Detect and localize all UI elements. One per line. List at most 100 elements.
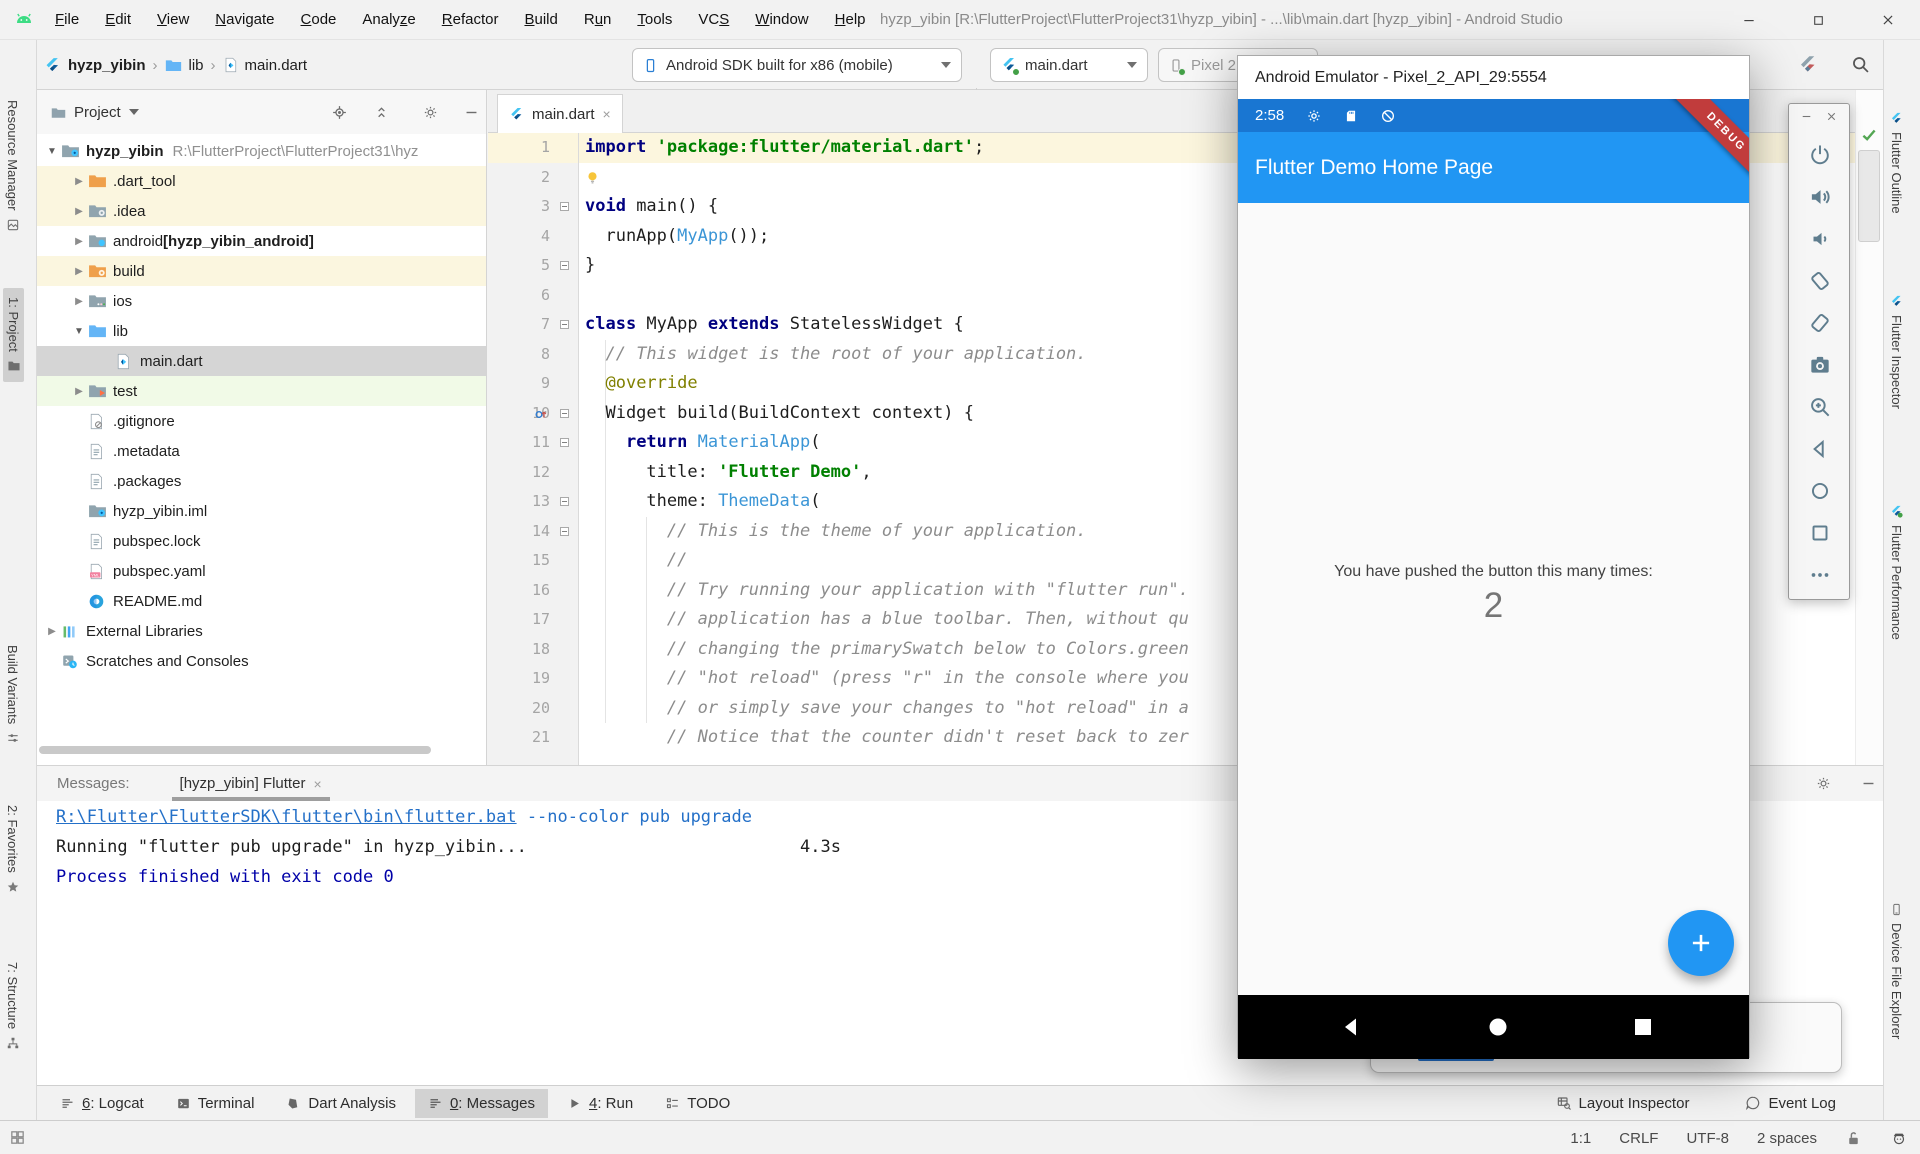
fold-marker-icon[interactable] <box>560 409 569 418</box>
tree-item--gitignore[interactable]: .gitignore <box>37 406 486 436</box>
unlock-icon[interactable] <box>1845 1130 1862 1147</box>
emu-back-icon[interactable] <box>1807 436 1833 462</box>
tree-expand-arrow-icon[interactable]: ▶ <box>70 296 88 307</box>
console-command-link[interactable]: R:\Flutter\FlutterSDK\flutter\bin\flutte… <box>56 807 517 827</box>
nav-home-icon[interactable] <box>1486 1015 1510 1039</box>
tree-item--dart-tool[interactable]: ▶.dart_tool <box>37 166 486 196</box>
tree-item-scratches-and-consoles[interactable]: Scratches and Consoles <box>37 646 486 676</box>
stripe-item-resource-manager[interactable]: Resource Manager <box>5 100 20 232</box>
emu-home-icon[interactable] <box>1807 478 1833 504</box>
override-marker-icon[interactable] <box>534 407 549 422</box>
stripe-item-device-file-explorer[interactable]: Device File Explorer <box>1889 903 1904 1039</box>
run-config-dropdown[interactable]: main.dart <box>990 48 1148 82</box>
emu-volume-down-icon[interactable] <box>1807 226 1833 252</box>
menu-analyze[interactable]: Analyze <box>349 0 428 40</box>
hide-panel-icon[interactable] <box>1860 775 1877 792</box>
hide-panel-icon[interactable] <box>463 104 480 121</box>
tool-button-event-log[interactable]: Event Log <box>1732 1089 1849 1118</box>
tree-item-lib[interactable]: ▼lib <box>37 316 486 346</box>
caret-position-widget[interactable]: 1:1 <box>1570 1130 1591 1147</box>
tool-button-terminal[interactable]: Terminal <box>163 1089 268 1118</box>
stripe-item-flutter-outline[interactable]: Flutter Outline <box>1889 112 1904 214</box>
menu-run[interactable]: Run <box>571 0 625 40</box>
tool-window-switcher-icon[interactable] <box>9 1129 26 1146</box>
device-selector-dropdown[interactable]: Android SDK built for x86 (mobile) <box>632 48 962 82</box>
search-everywhere-icon[interactable] <box>1850 54 1871 75</box>
tree-item--packages[interactable]: .packages <box>37 466 486 496</box>
emu-rotate-left-icon[interactable] <box>1807 268 1833 294</box>
collapse-all-icon[interactable] <box>373 104 390 121</box>
line-separator-widget[interactable]: CRLF <box>1619 1130 1658 1147</box>
fold-marker-icon[interactable] <box>560 438 569 447</box>
tree-item-ios[interactable]: ▶ios <box>37 286 486 316</box>
emu-power-icon[interactable] <box>1807 142 1833 168</box>
menu-view[interactable]: View <box>144 0 202 40</box>
tool-button-4-run[interactable]: 4: Run <box>554 1089 646 1118</box>
emu-volume-up-icon[interactable] <box>1807 184 1833 210</box>
encoding-widget[interactable]: UTF-8 <box>1686 1130 1729 1147</box>
menu-edit[interactable]: Edit <box>92 0 144 40</box>
stripe-item-build-variants[interactable]: Build Variants <box>5 645 20 745</box>
close-tab-icon[interactable]: × <box>313 776 321 792</box>
fold-marker-icon[interactable] <box>560 261 569 270</box>
close-emulator-icon[interactable] <box>1825 110 1838 123</box>
editor-scrollbar-thumb[interactable] <box>1858 150 1880 242</box>
nav-back-icon[interactable] <box>1339 1015 1363 1039</box>
emu-zoom-in-icon[interactable] <box>1807 394 1833 420</box>
console-tab[interactable]: [hyzp_yibin] Flutter × <box>170 766 332 801</box>
gear-icon[interactable] <box>1815 775 1832 792</box>
tree-item-pubspec-lock[interactable]: pubspec.lock <box>37 526 486 556</box>
minimize-emulator-icon[interactable] <box>1800 110 1813 123</box>
tab-main-dart[interactable]: main.dart × <box>497 94 623 133</box>
menu-file[interactable]: File <box>42 0 92 40</box>
breadcrumb-project[interactable]: hyzp_yibin <box>68 57 146 74</box>
intention-bulb-icon[interactable] <box>585 169 600 186</box>
stripe-item-flutter-performance[interactable]: Flutter Performance <box>1889 505 1904 640</box>
tree-item-build[interactable]: ▶build <box>37 256 486 286</box>
tree-item-pubspec-yaml[interactable]: YMLpubspec.yaml <box>37 556 486 586</box>
stripe-item-7-structure[interactable]: 7: Structure <box>5 962 20 1050</box>
emu-overview-icon[interactable] <box>1807 520 1833 546</box>
tree-item-readme-md[interactable]: README.md <box>37 586 486 616</box>
menu-code[interactable]: Code <box>288 0 350 40</box>
tree-expand-arrow-icon[interactable]: ▶ <box>70 236 88 247</box>
fold-marker-icon[interactable] <box>560 497 569 506</box>
fold-marker-icon[interactable] <box>560 527 569 536</box>
fold-marker-icon[interactable] <box>560 202 569 211</box>
tree-item-external-libraries[interactable]: ▶External Libraries <box>37 616 486 646</box>
tree-item-android[interactable]: ▶android [hyzp_yibin_android] <box>37 226 486 256</box>
menu-window[interactable]: Window <box>742 0 821 40</box>
tree-collapse-arrow-icon[interactable]: ▼ <box>70 326 88 337</box>
horizontal-scrollbar[interactable] <box>39 746 431 754</box>
close-tab-icon[interactable]: × <box>603 106 611 122</box>
tool-button-0-messages[interactable]: 0: Messages <box>415 1089 548 1118</box>
tree-item--metadata[interactable]: .metadata <box>37 436 486 466</box>
inspection-ok-icon[interactable] <box>1860 126 1878 144</box>
project-panel-title[interactable]: Project <box>74 104 121 121</box>
menu-navigate[interactable]: Navigate <box>202 0 287 40</box>
menu-refactor[interactable]: Refactor <box>429 0 512 40</box>
flutter-attach-icon[interactable] <box>1798 55 1818 75</box>
indent-widget[interactable]: 2 spaces <box>1757 1130 1817 1147</box>
emulator-titlebar[interactable]: Android Emulator - Pixel_2_API_29:5554 <box>1238 56 1749 99</box>
fold-marker-icon[interactable] <box>560 320 569 329</box>
emu-screenshot-icon[interactable] <box>1807 352 1833 378</box>
tree-expand-arrow-icon[interactable]: ▶ <box>43 626 61 637</box>
locate-file-icon[interactable] <box>331 104 348 121</box>
menu-vcs[interactable]: VCS <box>685 0 742 40</box>
tool-button-6-logcat[interactable]: 6: Logcat <box>47 1089 157 1118</box>
tree-expand-arrow-icon[interactable]: ▶ <box>70 266 88 277</box>
stripe-item-flutter-inspector[interactable]: Flutter Inspector <box>1889 295 1904 409</box>
tree-expand-arrow-icon[interactable]: ▶ <box>70 206 88 217</box>
emu-rotate-right-icon[interactable] <box>1807 310 1833 336</box>
minimize-window-icon[interactable] <box>1737 8 1761 32</box>
tree-expand-arrow-icon[interactable]: ▶ <box>70 386 88 397</box>
tree-expand-arrow-icon[interactable]: ▶ <box>70 176 88 187</box>
nav-overview-icon[interactable] <box>1631 1015 1655 1039</box>
fab-increment-button[interactable] <box>1668 910 1734 976</box>
breadcrumb-file[interactable]: main.dart <box>245 57 308 74</box>
tool-button-layout-inspector[interactable]: Layout Inspector <box>1543 1089 1703 1118</box>
emu-more-icon[interactable] <box>1807 562 1833 588</box>
breadcrumb-dir[interactable]: lib <box>189 57 204 74</box>
tool-button-dart-analysis[interactable]: Dart Analysis <box>273 1089 409 1118</box>
